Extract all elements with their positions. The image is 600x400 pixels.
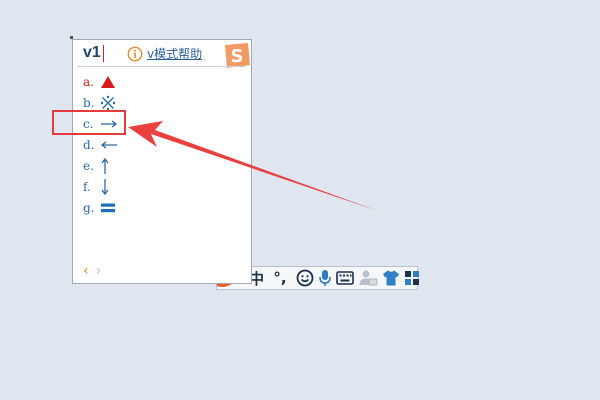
- annotation-arrow-icon: [128, 121, 378, 211]
